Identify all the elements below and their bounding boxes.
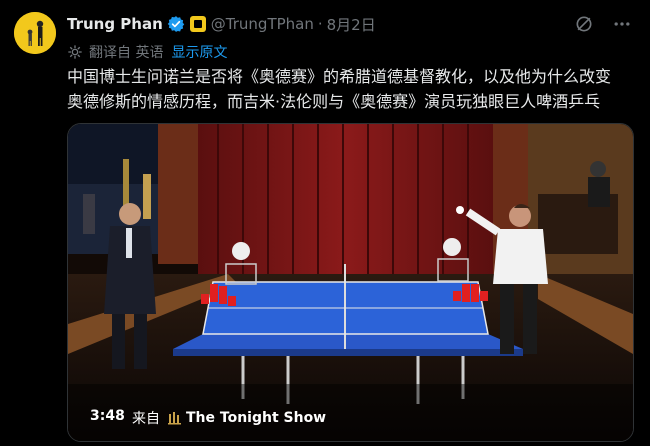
video-duration: 3:48 (90, 408, 125, 424)
verified-badge-icon (167, 16, 185, 32)
brand-badge-icon[interactable] (189, 16, 206, 32)
tweet-header: Trung Phan @TrungTPhan · 8月2日 (67, 12, 376, 36)
tonight-show-logo-icon (168, 412, 181, 425)
top-actions (574, 14, 632, 34)
translation-row: 翻译自 英语 显示原文 (67, 42, 227, 62)
more-icon[interactable] (612, 14, 632, 34)
translate-icon (68, 45, 82, 59)
video-player[interactable]: 3:48 来自 The Tonight Show (67, 123, 634, 442)
avatar[interactable] (14, 12, 56, 54)
video-source[interactable]: 来自 The Tonight Show (132, 408, 326, 428)
show-original-link[interactable]: 显示原文 (171, 42, 227, 62)
separator-dot: · (317, 15, 323, 33)
post-date[interactable]: 8月2日 (327, 14, 376, 35)
author-name[interactable]: Trung Phan (67, 15, 163, 33)
grok-icon[interactable] (574, 14, 594, 34)
tweet-text-line: 中国博士生问诺兰是否将《奥德赛》的希腊道德基督教化，以及他为什么改变 (67, 67, 612, 86)
video-frame (68, 124, 633, 441)
translation-label: 翻译自 英语 (89, 45, 164, 61)
from-label: 来自 (132, 411, 160, 427)
tweet-text: 中国博士生问诺兰是否将《奥德赛》的希腊道德基督教化，以及他为什么改变 奥德修斯的… (67, 64, 637, 114)
tweet-text-line: 奥德修斯的情感历程，而吉米·法伦则与《奥德赛》演员玩独眼巨人啤酒乒乓 (67, 92, 601, 111)
author-handle[interactable]: @TrungTPhan (211, 15, 314, 33)
source-name[interactable]: The Tonight Show (186, 410, 326, 426)
